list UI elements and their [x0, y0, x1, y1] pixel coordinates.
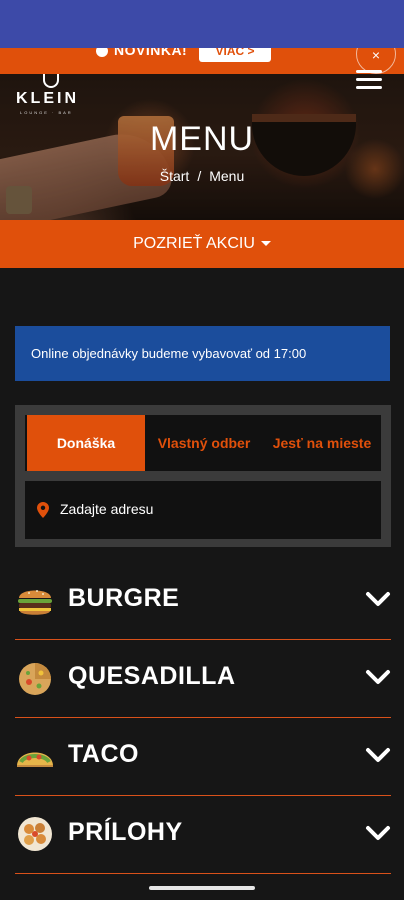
gesture-nav-handle[interactable]: [149, 886, 255, 890]
category-prilohy[interactable]: PRÍLOHY: [15, 796, 391, 874]
tab-dine-in[interactable]: Jesť na mieste: [263, 415, 381, 471]
category-label: PRÍLOHY: [68, 818, 183, 846]
page-title: MENU: [149, 120, 255, 158]
category-burgre[interactable]: BURGRE: [15, 562, 391, 640]
promo-text: NOVINKA!: [96, 48, 187, 58]
order-panel: Donáška Vlastný odber Jesť na mieste Zad…: [15, 405, 391, 547]
breadcrumb: Štart / Menu: [0, 168, 404, 184]
category-quesadilla[interactable]: QUESADILLA: [15, 640, 391, 718]
promo-badge: NOVINKA!: [114, 48, 188, 58]
status-bar: [0, 0, 404, 48]
chevron-down-icon: [366, 748, 390, 762]
order-notice-banner: Online objednávky budeme vybavovať od 17…: [15, 326, 390, 381]
breadcrumb-current: Menu: [209, 168, 245, 184]
brand-tagline: LOUNGE · BAR: [20, 110, 73, 115]
brand-name: KLEIN: [16, 90, 79, 107]
burger-icon: [18, 590, 52, 615]
chevron-down-icon: [366, 826, 390, 840]
breadcrumb-separator: /: [197, 168, 202, 184]
category-label: BURGRE: [68, 584, 180, 612]
caret-down-icon: [260, 241, 271, 247]
promo-bullet-icon: [96, 48, 108, 58]
taco-icon: [17, 752, 53, 767]
tab-delivery[interactable]: Donáška: [27, 415, 145, 471]
tab-pickup[interactable]: Vlastný odber: [145, 415, 263, 471]
breadcrumb-home-link[interactable]: Štart: [160, 168, 190, 184]
view-promo-button[interactable]: POZRIEŤ AKCIU: [0, 220, 404, 268]
address-placeholder: Zadajte adresu: [60, 501, 154, 517]
sides-icon: [18, 817, 52, 851]
address-input[interactable]: Zadajte adresu: [25, 481, 381, 539]
chevron-down-icon: [366, 592, 390, 606]
promo-more-button[interactable]: VIAC >: [199, 48, 271, 62]
logo-mark-icon: [43, 74, 59, 88]
hamburger-menu-icon[interactable]: [356, 70, 384, 89]
promo-strip: NOVINKA! VIAC > ×: [0, 48, 404, 74]
chevron-down-icon: [366, 670, 390, 684]
category-taco[interactable]: TACO: [15, 718, 391, 796]
quesadilla-icon: [19, 663, 51, 695]
order-type-tabs: Donáška Vlastný odber Jesť na mieste: [25, 415, 381, 471]
view-promo-label: POZRIEŤ AKCIU: [133, 235, 255, 252]
category-label: TACO: [68, 740, 139, 768]
location-pin-icon: [37, 502, 49, 518]
brand-logo[interactable]: KLEIN LOUNGE · BAR: [16, 74, 86, 115]
category-label: QUESADILLA: [68, 662, 236, 690]
